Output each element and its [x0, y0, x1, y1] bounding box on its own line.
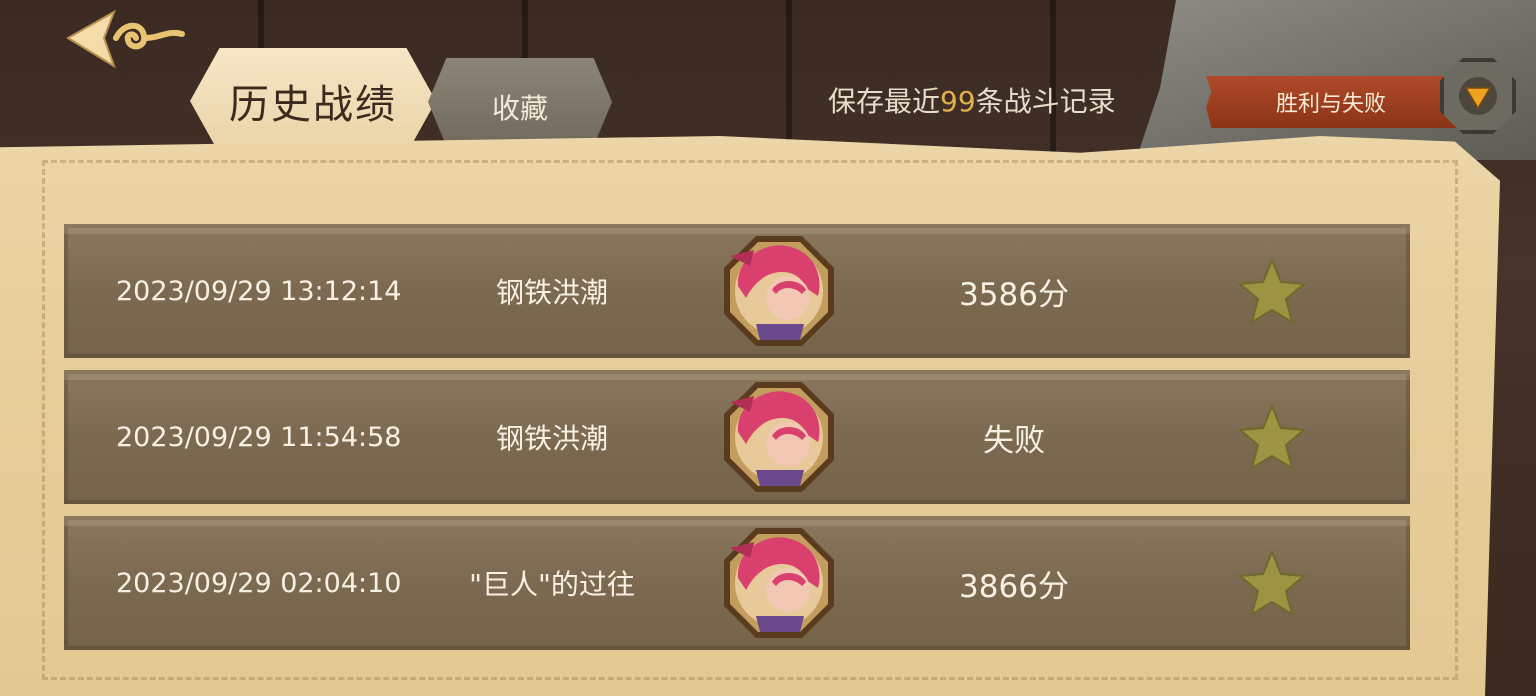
- save-note-suffix: 条战斗记录: [975, 85, 1116, 118]
- record-row[interactable]: 2023/09/29 02:04:10 "巨人"的过往 3866分: [64, 516, 1410, 650]
- star-icon[interactable]: [1236, 548, 1308, 620]
- record-row[interactable]: 2023/09/29 13:12:14 钢铁洪潮 3586分: [64, 224, 1410, 358]
- record-result: 3586分: [959, 276, 1069, 313]
- save-record-note: 保存最近99条战斗记录: [828, 80, 1116, 120]
- tab-history-label: 历史战绩: [229, 82, 397, 128]
- record-row[interactable]: 2023/09/29 11:54:58 钢铁洪潮 失败: [64, 370, 1410, 504]
- filter-toggle-button[interactable]: [1440, 58, 1516, 134]
- record-mode: "巨人"的过往: [469, 568, 635, 601]
- save-note-prefix: 保存最近: [828, 85, 941, 118]
- back-button[interactable]: [64, 8, 194, 74]
- record-result: 3866分: [959, 568, 1069, 605]
- back-arrow-icon: [66, 9, 185, 69]
- record-time: 2023/09/29 02:04:10: [116, 567, 402, 599]
- hero-portrait-avatar: [724, 382, 834, 492]
- dropdown-triangle-icon: [1459, 77, 1497, 115]
- result-filter-dropdown[interactable]: 胜利与失败: [1206, 76, 1476, 128]
- tab-history[interactable]: 历史战绩: [190, 48, 436, 154]
- star-icon[interactable]: [1236, 402, 1308, 474]
- tab-favorites-label: 收藏: [491, 92, 548, 125]
- star-icon[interactable]: [1236, 256, 1308, 328]
- record-time: 2023/09/29 13:12:14: [116, 275, 402, 307]
- record-mode: 钢铁洪潮: [495, 422, 608, 455]
- result-filter-selected: 胜利与失败: [1276, 92, 1387, 117]
- record-mode: 钢铁洪潮: [495, 276, 608, 309]
- hero-portrait-avatar: [724, 236, 834, 346]
- hero-portrait-avatar: [724, 528, 834, 638]
- save-note-count: 99: [940, 85, 976, 118]
- record-time: 2023/09/29 11:54:58: [116, 421, 402, 453]
- tab-favorites[interactable]: 收藏: [428, 58, 612, 146]
- record-result: 失败: [983, 422, 1045, 459]
